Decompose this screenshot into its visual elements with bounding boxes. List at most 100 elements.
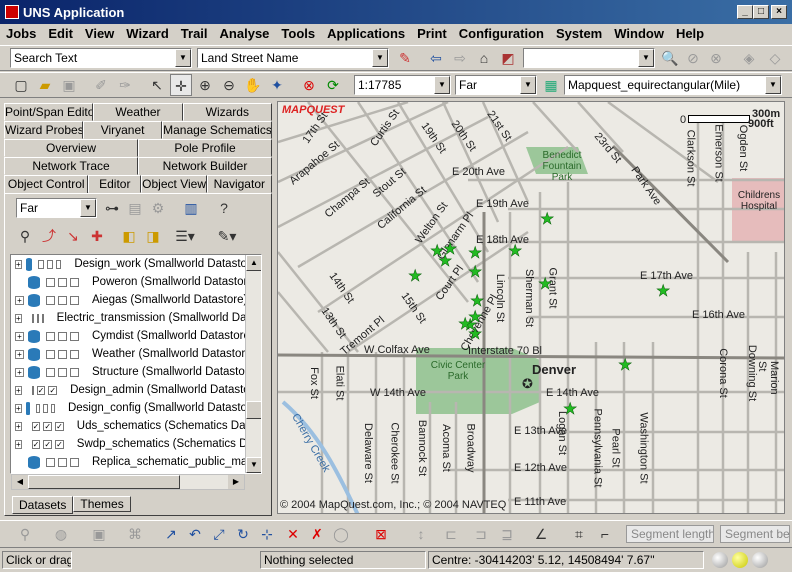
sequence-icon[interactable]: ↕ xyxy=(410,523,432,545)
search-go-icon[interactable]: ✎ xyxy=(394,47,416,69)
properties-icon[interactable]: ▤ xyxy=(124,197,146,219)
tools-icon[interactable]: ⚙ xyxy=(147,197,169,219)
dataset-checkbox[interactable] xyxy=(46,457,55,467)
bookmark-select[interactable]: ▼ xyxy=(523,48,655,68)
tab-themes[interactable]: Themes xyxy=(73,496,131,512)
tab-pole-profile[interactable]: Pole Profile xyxy=(138,139,272,157)
scale-select[interactable]: 1:17785 ▼ xyxy=(354,75,451,95)
dataset-checkbox[interactable] xyxy=(58,295,67,305)
back-arrow-icon[interactable]: ⇦ xyxy=(425,47,447,69)
dataset-row[interactable]: + Electric_transmission (Smallworld Datas… xyxy=(11,309,261,327)
tab-network-builder[interactable]: Network Builder xyxy=(138,157,272,175)
dataset-checkbox[interactable] xyxy=(58,349,67,359)
trim-icon[interactable]: ⊐ xyxy=(470,523,492,545)
box-tool-icon[interactable]: ▣ xyxy=(88,523,110,545)
scroll-up-icon[interactable]: ▲ xyxy=(246,255,261,271)
expand-icon[interactable]: + xyxy=(15,385,22,395)
dataset-checkbox[interactable]: ✓ xyxy=(55,421,64,431)
vertical-scrollbar[interactable]: ▲ ▼ xyxy=(245,255,261,473)
asset-marker-icon[interactable]: ★ xyxy=(563,401,578,418)
dataset-checkbox[interactable]: ✓ xyxy=(43,421,53,431)
menu-edit[interactable]: Edit xyxy=(42,24,79,44)
asset-marker-icon[interactable]: ★ xyxy=(508,243,523,260)
h-scroll-thumb[interactable] xyxy=(28,475,180,489)
dataset-checkbox[interactable] xyxy=(46,367,55,377)
layers-icon[interactable]: ▦ xyxy=(540,74,562,96)
menu-jobs[interactable]: Jobs xyxy=(0,24,42,44)
dataset-checkbox[interactable] xyxy=(55,259,62,269)
dataset-checkbox[interactable] xyxy=(46,331,55,341)
tab-wizard-probes[interactable]: Wizard Probes xyxy=(4,121,84,139)
horizontal-scrollbar[interactable]: ◀ ▶ xyxy=(11,474,245,490)
redraw-icon[interactable]: ✦ xyxy=(266,74,288,96)
ungroup-icon[interactable]: ◨ xyxy=(142,225,164,247)
tab-object-control[interactable]: Object Control xyxy=(4,175,89,193)
dataset-checkbox[interactable] xyxy=(58,331,67,341)
tab-editor[interactable]: Editor xyxy=(88,175,142,193)
dataset-checkbox[interactable] xyxy=(70,295,79,305)
dataset-row[interactable]: + Weather (Smallworld Datastore) xyxy=(11,345,261,363)
menu-tools[interactable]: Tools xyxy=(275,24,321,44)
dataset-row[interactable]: + Design_config (Smallworld Datastore) xyxy=(11,399,261,417)
add-item-icon[interactable]: ✚ xyxy=(86,225,108,247)
scroll-right-icon[interactable]: ▶ xyxy=(228,475,244,489)
asset-marker-icon[interactable]: ★ xyxy=(470,293,485,310)
circle-tool-icon[interactable]: ◯ xyxy=(330,523,352,545)
binoculars-icon[interactable]: ⊶ xyxy=(101,197,123,219)
chevron-down-icon[interactable]: ▼ xyxy=(80,199,96,217)
bookmark-icon[interactable]: ◩ xyxy=(497,47,519,69)
range-select[interactable]: Far ▼ xyxy=(455,75,537,95)
menu-wizard[interactable]: Wizard xyxy=(120,24,175,44)
find-clear-icon[interactable]: ⊗ xyxy=(705,47,727,69)
menu-print[interactable]: Print xyxy=(411,24,453,44)
extend-icon[interactable]: ⊒ xyxy=(496,523,518,545)
refresh-icon[interactable]: ⟳ xyxy=(322,74,344,96)
minimize-icon[interactable]: _ xyxy=(737,5,753,19)
expand-icon[interactable]: + xyxy=(15,349,24,359)
undo-geometry-icon[interactable]: ↶ xyxy=(184,523,206,545)
projection-select[interactable]: Mapquest_equirectangular(Mile) ▼ xyxy=(564,75,782,95)
asset-marker-icon[interactable]: ★ xyxy=(468,264,483,281)
dataset-checkbox[interactable] xyxy=(58,277,67,287)
menu-system[interactable]: System xyxy=(550,24,608,44)
select-line-icon[interactable]: ↗ xyxy=(160,523,182,545)
trace-select-icon[interactable]: ↘ xyxy=(62,225,84,247)
cancel-tool-icon[interactable]: ⊠ xyxy=(370,523,392,545)
dataset-checkbox[interactable] xyxy=(31,313,34,323)
chevron-down-icon[interactable]: ▼ xyxy=(638,49,654,67)
chevron-down-icon[interactable]: ▼ xyxy=(372,49,388,67)
tab-viryanet[interactable]: Viryanet xyxy=(83,121,163,139)
menu-trail[interactable]: Trail xyxy=(175,24,214,44)
dataset-checkbox[interactable] xyxy=(43,403,48,413)
home-icon[interactable]: ⌂ xyxy=(473,47,495,69)
tab-overview[interactable]: Overview xyxy=(4,139,138,157)
dataset-checkbox[interactable] xyxy=(70,367,79,377)
asset-marker-icon[interactable]: ★ xyxy=(656,283,671,300)
new-file-icon[interactable]: ▢ xyxy=(10,74,32,96)
menu-configuration[interactable]: Configuration xyxy=(453,24,550,44)
dataset-row[interactable]: + Design_work (Smallworld Datastore) xyxy=(11,255,261,273)
trace-red-icon[interactable]: ⤴ xyxy=(38,225,60,247)
chevron-down-icon[interactable]: ▼ xyxy=(175,49,191,67)
stop-icon[interactable]: ⊗ xyxy=(298,74,320,96)
search-input[interactable]: Search Text ▼ xyxy=(10,48,192,68)
menu-window[interactable]: Window xyxy=(608,24,670,44)
dataset-checkbox[interactable]: ✓ xyxy=(31,439,41,449)
scroll-thumb[interactable] xyxy=(246,401,261,419)
asset-marker-icon[interactable]: ★ xyxy=(468,326,483,343)
dataset-row[interactable]: + Structure (Smallworld Datastore) xyxy=(11,363,261,381)
rotate-icon[interactable]: ↻ xyxy=(232,523,254,545)
search-mode-select[interactable]: Land Street Name ▼ xyxy=(197,48,389,68)
dataset-checkbox[interactable] xyxy=(70,457,79,467)
group-icon[interactable]: ◧ xyxy=(118,225,140,247)
find-next-icon[interactable]: ⊘ xyxy=(682,47,704,69)
dataset-row[interactable]: + Cymdist (Smallworld Datastore) xyxy=(11,327,261,345)
expand-icon[interactable] xyxy=(15,278,24,287)
dataset-row[interactable]: Poweron (Smallworld Datastore) xyxy=(11,273,261,291)
select-arrow-icon[interactable]: ↖ xyxy=(146,74,168,96)
dataset-checkbox[interactable]: ✓ xyxy=(48,385,58,395)
help-icon[interactable]: ? xyxy=(213,197,235,219)
dataset-row[interactable]: +✓✓✓Swdp_schematics (Schematics Datastor… xyxy=(11,435,261,453)
zoom-out-icon[interactable]: ⊖ xyxy=(218,74,240,96)
shape-tool-icon[interactable]: ◍ xyxy=(50,523,72,545)
